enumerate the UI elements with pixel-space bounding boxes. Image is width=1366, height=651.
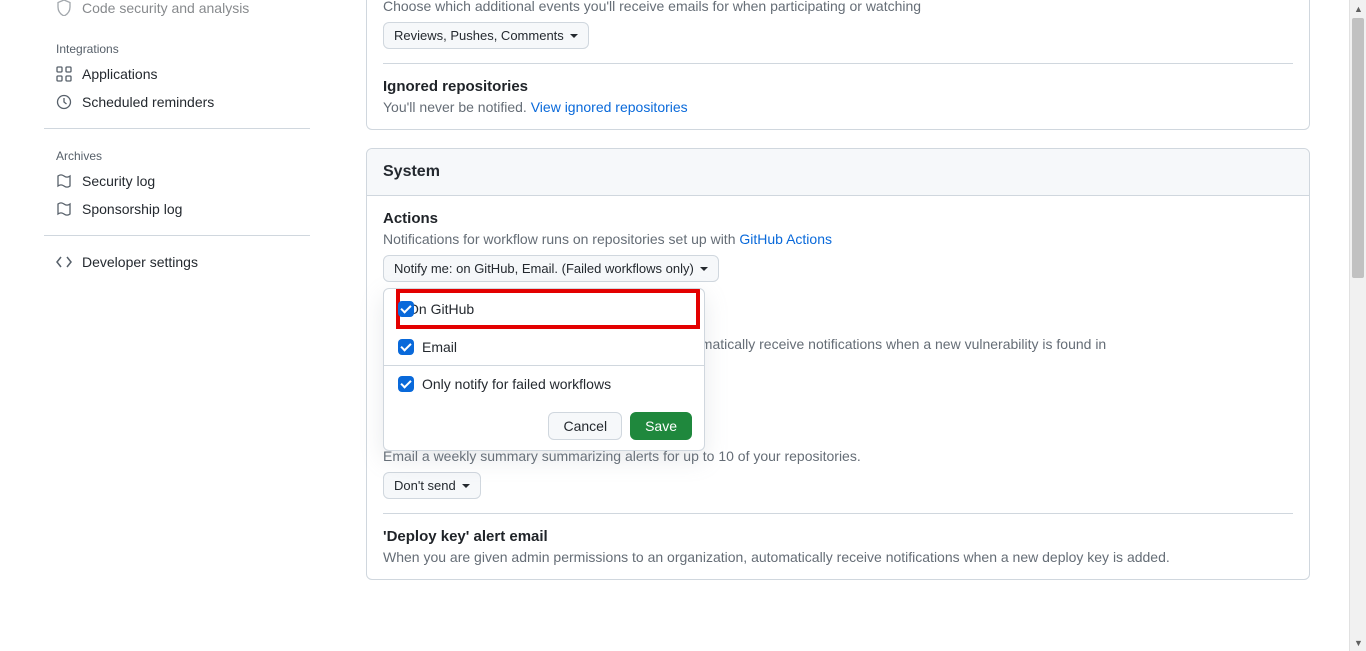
ignored-repos-desc: You'll never be notified.: [383, 99, 531, 115]
github-actions-link[interactable]: GitHub Actions: [739, 231, 832, 247]
sidebar-item-code-security[interactable]: Code security and analysis: [44, 0, 310, 22]
view-ignored-link[interactable]: View ignored repositories: [531, 99, 688, 115]
scroll-down-arrow[interactable]: ▼: [1350, 634, 1366, 651]
failed-only-checkbox[interactable]: [398, 376, 414, 392]
settings-sidebar: Code security and analysis Integrations …: [0, 0, 310, 651]
ignored-repos-title: Ignored repositories: [383, 78, 1293, 95]
apps-icon: [56, 66, 72, 82]
system-card: System Actions Notifications for workflo…: [366, 148, 1310, 580]
sidebar-item-label: Security log: [82, 173, 155, 189]
sidebar-divider: [44, 128, 310, 129]
email-updates-dropdown[interactable]: Reviews, Pushes, Comments: [383, 22, 589, 49]
email-checkbox[interactable]: [398, 339, 414, 355]
email-label: Email: [422, 339, 457, 355]
vertical-scrollbar[interactable]: ▲ ▼: [1349, 0, 1366, 651]
sidebar-item-label: Developer settings: [82, 254, 198, 270]
sidebar-item-label: Code security and analysis: [82, 0, 249, 16]
email-updates-desc: Choose which additional events you'll re…: [383, 0, 1293, 14]
actions-title: Actions: [383, 210, 1293, 227]
on-github-checkbox[interactable]: [398, 301, 414, 317]
sidebar-divider: [44, 235, 310, 236]
sidebar-item-security-log[interactable]: Security log: [44, 167, 310, 195]
scroll-thumb[interactable]: [1352, 18, 1364, 278]
sidebar-item-applications[interactable]: Applications: [44, 60, 310, 88]
sidebar-item-scheduled-reminders[interactable]: Scheduled reminders: [44, 88, 310, 116]
vuln-desc-fragment: omatically receive notifications when a …: [693, 336, 1106, 352]
save-button[interactable]: Save: [630, 412, 692, 440]
dropdown-label: Notify me: on GitHub, Email. (Failed wor…: [394, 261, 694, 276]
sidebar-item-label: Applications: [82, 66, 158, 82]
clock-icon: [56, 94, 72, 110]
failed-only-label: Only notify for failed workflows: [422, 376, 611, 392]
caret-down-icon: [462, 484, 470, 488]
email-updates-card: Choose which additional events you'll re…: [366, 0, 1310, 130]
shield-icon: [56, 0, 72, 16]
sidebar-group-integrations: Integrations: [44, 34, 310, 60]
deploy-key-title: 'Deploy key' alert email: [383, 528, 1293, 545]
sidebar-item-developer-settings[interactable]: Developer settings: [44, 248, 310, 276]
cancel-button[interactable]: Cancel: [548, 412, 622, 440]
log-icon: [56, 201, 72, 217]
dropdown-label: Reviews, Pushes, Comments: [394, 28, 564, 43]
actions-notify-dropdown[interactable]: Notify me: on GitHub, Email. (Failed wor…: [383, 255, 719, 282]
popover-option-failed-only[interactable]: Only notify for failed workflows: [384, 366, 704, 402]
weekly-digest-dropdown[interactable]: Don't send: [383, 472, 481, 499]
main-content: Choose which additional events you'll re…: [310, 0, 1366, 651]
sidebar-item-sponsorship-log[interactable]: Sponsorship log: [44, 195, 310, 223]
popover-option-on-github[interactable]: On GitHub: [398, 291, 698, 327]
actions-desc: Notifications for workflow runs on repos…: [383, 231, 739, 247]
log-icon: [56, 173, 72, 189]
dropdown-label: Don't send: [394, 478, 456, 493]
actions-notify-popover: On GitHub Email Only notify for failed w…: [383, 288, 705, 451]
popover-option-email[interactable]: Email: [384, 329, 704, 365]
sidebar-group-archives: Archives: [44, 141, 310, 167]
on-github-label: On GitHub: [408, 301, 474, 317]
sidebar-item-label: Sponsorship log: [82, 201, 182, 217]
sidebar-item-label: Scheduled reminders: [82, 94, 214, 110]
deploy-key-desc: When you are given admin permissions to …: [383, 549, 1293, 565]
caret-down-icon: [570, 34, 578, 38]
scroll-up-arrow[interactable]: ▲: [1350, 0, 1366, 17]
system-header: System: [367, 149, 1309, 196]
code-icon: [56, 254, 72, 270]
caret-down-icon: [700, 267, 708, 271]
